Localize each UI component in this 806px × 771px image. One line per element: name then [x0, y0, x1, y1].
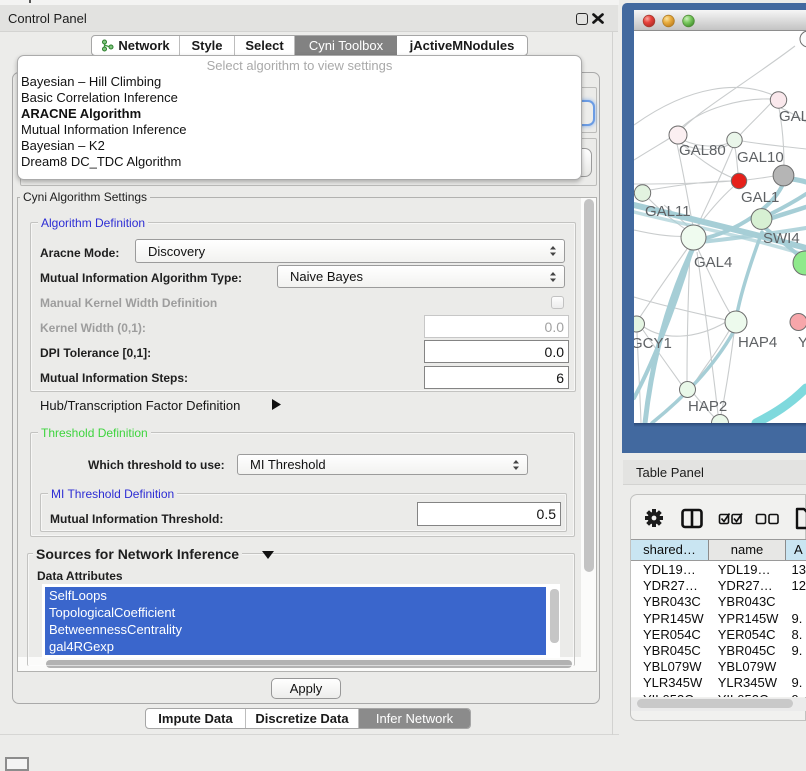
svg-text:GAL7: GAL7 — [779, 108, 806, 125]
svg-text:HAP2: HAP2 — [688, 398, 727, 415]
svg-text:GAL4: GAL4 — [694, 254, 732, 271]
svg-text:GAL80: GAL80 — [679, 142, 726, 159]
svg-text:SWI4: SWI4 — [763, 230, 800, 247]
svg-text:GAL11: GAL11 — [645, 203, 691, 220]
svg-text:HAP4: HAP4 — [738, 334, 777, 351]
svg-text:YP: YP — [798, 334, 806, 351]
svg-text:GAL10: GAL10 — [737, 149, 784, 166]
svg-text:GAL1: GAL1 — [741, 189, 779, 206]
svg-text:GCY1: GCY1 — [634, 335, 672, 352]
